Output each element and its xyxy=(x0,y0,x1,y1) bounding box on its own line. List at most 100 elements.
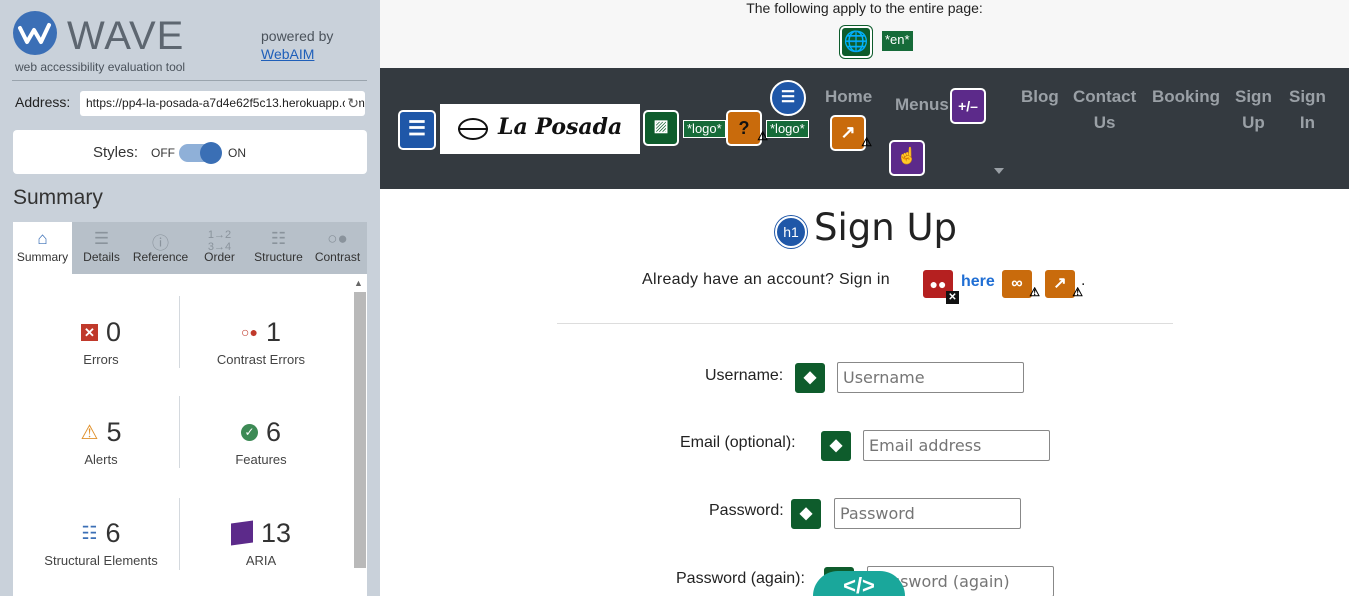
scrollbar-thumb[interactable] xyxy=(354,292,366,568)
styles-off-label: OFF xyxy=(151,146,175,160)
styles-toggle-panel: Styles: OFF ON xyxy=(13,130,367,174)
tab-order[interactable]: 1→2 3→4 Order xyxy=(190,222,249,274)
list-icon[interactable]: ☰ xyxy=(770,80,806,116)
redundant-link-icon[interactable]: ↗ ⚠ xyxy=(830,115,872,151)
tab-details[interactable]: ☰ Details xyxy=(72,222,131,274)
brand-logo-icon xyxy=(458,118,488,140)
logo-alt-tag[interactable]: *logo* xyxy=(683,120,726,138)
close-icon: ✕ xyxy=(946,291,959,304)
list-icon: ☰ xyxy=(93,229,110,248)
nav-signup-line1: Sign xyxy=(1235,87,1272,106)
divider xyxy=(12,80,367,81)
nav-menus[interactable]: Menus xyxy=(895,92,949,118)
powered-by-text: powered by xyxy=(261,28,334,44)
nav-home[interactable]: Home xyxy=(825,84,872,110)
heading-level-icon[interactable]: h1 xyxy=(775,216,807,248)
structural-label: Structural Elements xyxy=(44,553,158,568)
email-input[interactable] xyxy=(863,430,1050,461)
address-value: https://pp4-la-posada-a7d4e62f5c13.herok… xyxy=(86,96,365,110)
toggle-knob xyxy=(200,142,222,164)
link-icon[interactable]: ∞ ⚠ xyxy=(1000,268,1040,300)
errors-label: Errors xyxy=(83,352,119,367)
aria-expanded-icon[interactable]: +/– xyxy=(950,88,986,124)
tab-summary[interactable]: ⌂ Summary xyxy=(13,222,72,274)
tab-label: Details xyxy=(83,250,120,264)
styles-toggle[interactable] xyxy=(179,142,222,164)
nav-contact-line2: Us xyxy=(1093,113,1116,132)
wave-logo-icon xyxy=(13,11,57,55)
nav-contact-us[interactable]: Contact Us xyxy=(1073,84,1136,136)
tab-contrast[interactable]: ○● Contrast xyxy=(308,222,367,274)
address-input[interactable]: https://pp4-la-posada-a7d4e62f5c13.herok… xyxy=(80,91,365,116)
nav-signin-line1: Sign xyxy=(1289,87,1326,106)
webaim-link[interactable]: WebAIM xyxy=(261,46,314,62)
tab-structure[interactable]: ☷ Structure xyxy=(249,222,308,274)
redundant-link-icon[interactable]: ↗ ⚠ xyxy=(1043,268,1083,300)
password-input[interactable] xyxy=(834,498,1021,529)
alerts-label: Alerts xyxy=(84,452,118,467)
stat-errors[interactable]: ✕ 0 Errors xyxy=(16,314,186,367)
language-globe-icon[interactable]: 🌐 xyxy=(840,26,872,58)
address-label: Address: xyxy=(15,94,71,110)
styles-label: Styles: xyxy=(93,144,139,161)
summary-panel: ▲ ✕ 0 Errors ○● 1 Contrast Errors ⚠ 5 Alert… xyxy=(13,274,367,596)
styles-on-label: ON xyxy=(228,146,246,160)
alerts-count: 5 xyxy=(106,416,122,447)
tab-reference[interactable]: ⓘ Reference xyxy=(131,222,190,274)
page-level-annotations: The following apply to the entire page: … xyxy=(380,0,1349,68)
form-label-icon[interactable]: ◆ xyxy=(793,361,827,395)
nav-signin-line2: In xyxy=(1299,113,1315,132)
nav-booking[interactable]: Booking xyxy=(1152,84,1220,110)
code-toggle-button[interactable]: </> xyxy=(813,571,905,596)
aria-label: ARIA xyxy=(245,553,277,568)
contrast-error-icon[interactable]: ●● ✕ xyxy=(921,268,959,304)
stat-alerts[interactable]: ⚠ 5 Alerts xyxy=(16,414,186,468)
nav-sign-up[interactable]: Sign Up xyxy=(1235,84,1272,136)
stat-aria[interactable]: 13 ARIA xyxy=(176,515,346,568)
language-tag[interactable]: *en* xyxy=(882,31,913,51)
signin-link[interactable]: here xyxy=(961,273,995,291)
nav-sign-in[interactable]: Sign In xyxy=(1289,84,1326,136)
password-again-label: Password (again): xyxy=(676,570,805,587)
navigation-landmark-icon[interactable]: ☰ xyxy=(398,110,436,150)
username-label: Username: xyxy=(705,367,784,384)
aria-count: 13 xyxy=(260,517,292,548)
linked-image-icon[interactable]: ▨ xyxy=(643,110,679,146)
password-label: Password: xyxy=(709,502,784,519)
site-brand[interactable]: La Posada xyxy=(440,104,640,154)
features-label: Features xyxy=(235,452,287,467)
suspicious-alt-icon[interactable]: ? ⚠ xyxy=(726,110,768,146)
stat-contrast-errors[interactable]: ○● 1 Contrast Errors xyxy=(176,314,346,368)
divider xyxy=(557,323,1173,324)
reload-icon[interactable]: ↻ xyxy=(345,95,359,112)
email-label: Email (optional): xyxy=(680,434,796,451)
scrollbar[interactable]: ▲ xyxy=(353,278,366,596)
scroll-up-icon[interactable]: ▲ xyxy=(354,278,363,288)
powered-by: powered by WebAIM xyxy=(261,27,333,63)
summary-heading: Summary xyxy=(13,186,103,209)
stat-features[interactable]: ✓ 6 Features xyxy=(176,414,346,468)
home-icon: ⌂ xyxy=(37,229,48,248)
aria-toggle-label: +/– xyxy=(958,98,978,114)
username-input[interactable] xyxy=(837,362,1024,393)
structural-count: 6 xyxy=(105,517,121,548)
contrast-count: 1 xyxy=(265,316,281,347)
nav-contact-line1: Contact xyxy=(1073,87,1137,106)
stat-structural[interactable]: ☷ 6 Structural Elements xyxy=(16,515,186,569)
nav-blog[interactable]: Blog xyxy=(1021,84,1059,110)
aria-icon xyxy=(230,520,253,546)
screen: WAVE web accessibility evaluation tool p… xyxy=(0,0,1349,596)
errors-count: 0 xyxy=(105,316,122,347)
page-level-text: The following apply to the entire page: xyxy=(746,0,983,16)
feature-icon: ✓ xyxy=(240,423,258,441)
tab-label: Order xyxy=(204,250,235,264)
form-label-icon[interactable]: ◆ xyxy=(819,429,853,463)
wave-tagline: web accessibility evaluation tool xyxy=(15,60,186,74)
info-icon: ⓘ xyxy=(152,234,169,253)
signin-prompt: Already have an account? Sign in xyxy=(642,271,890,288)
form-label-icon[interactable]: ◆ xyxy=(789,497,823,531)
aria-menu-icon[interactable]: ☝ xyxy=(889,140,925,176)
alert-icon: ⚠ xyxy=(80,421,99,444)
wave-title: WAVE xyxy=(67,14,185,58)
logo-alt-tag[interactable]: *logo* xyxy=(766,120,809,138)
